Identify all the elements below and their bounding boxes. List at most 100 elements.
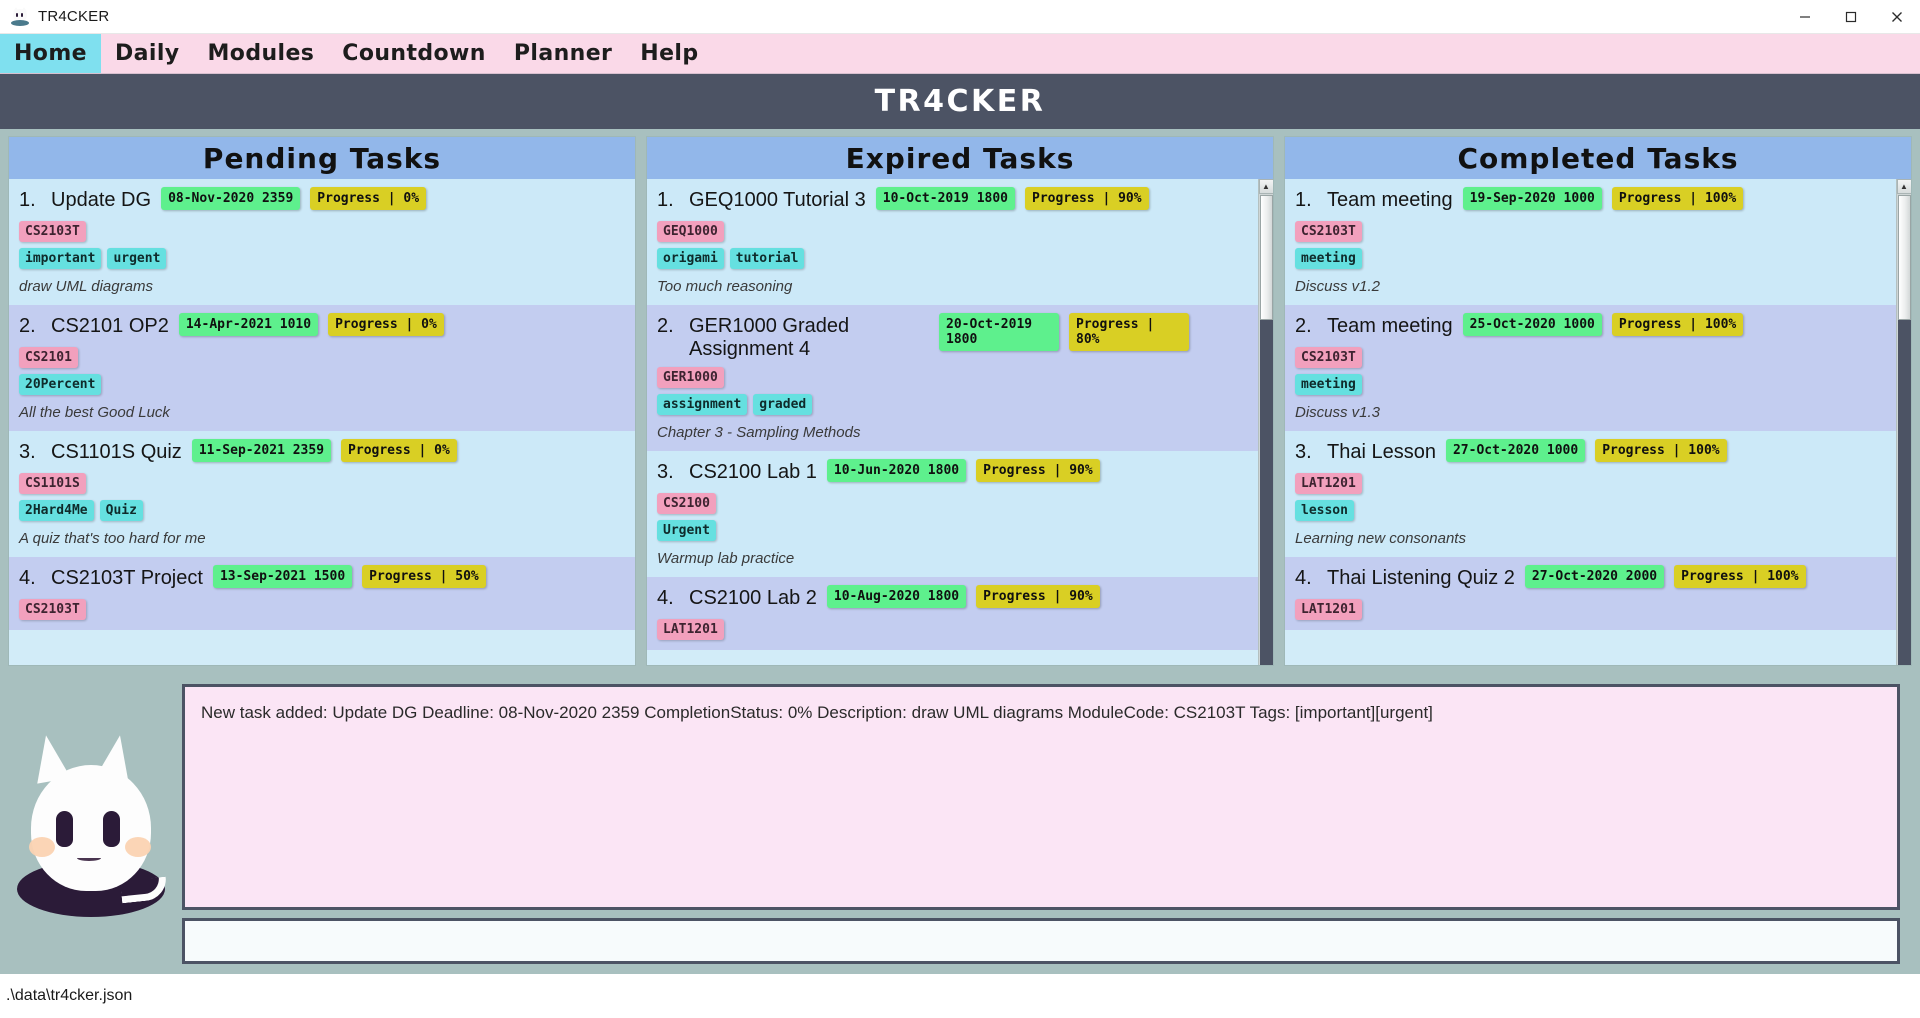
task-title: Team meeting <box>1327 315 1453 337</box>
scrollbar-track[interactable] <box>1259 320 1273 665</box>
task-deadline-badge: 20-Oct-2019 1800 <box>939 313 1059 351</box>
task-card[interactable]: 3. CS1101S Quiz 11-Sep-2021 2359 Progress |… <box>9 431 635 557</box>
scroll-up-arrow-icon[interactable]: ▲ <box>1258 179 1273 194</box>
window-titlebar: TR4CKER <box>0 0 1920 34</box>
menu-item-modules[interactable]: Modules <box>194 34 329 73</box>
module-tag-row: LAT1201 <box>657 619 1248 640</box>
maximize-button[interactable] <box>1828 0 1874 34</box>
task-progress-badge: Progress | 0% <box>328 313 444 336</box>
task-title: GER1000 Graded Assignment 4 <box>689 315 850 360</box>
module-tag-row: LAT1201 <box>1295 473 1886 494</box>
result-display-box: New task added: Update DG Deadline: 08-N… <box>182 684 1900 910</box>
task-progress-badge: Progress | 90% <box>976 585 1100 608</box>
scrollbar-track[interactable] <box>1897 320 1911 665</box>
menu-item-help[interactable]: Help <box>626 34 712 73</box>
task-header-row: 4. CS2103T Project 13-Sep-2021 1500 Progres… <box>19 565 625 593</box>
module-tag-row: GER1000 <box>657 367 1248 388</box>
task-description: Discuss v1.2 <box>1295 278 1381 295</box>
module-code-tag: LAT1201 <box>1295 473 1362 494</box>
module-code-tag: LAT1201 <box>1295 599 1362 620</box>
task-progress-badge: Progress | 100% <box>1595 439 1727 462</box>
vertical-scrollbar[interactable]: ▲ <box>1896 179 1911 665</box>
scrollbar-thumb[interactable] <box>1897 195 1911 320</box>
bottom-area: New task added: Update DG Deadline: 08-N… <box>0 674 1920 974</box>
panel-completed-tasks: Completed Tasks 1. Team meeting 19-Sep-2020… <box>1284 136 1912 666</box>
module-tag-row: GEQ1000 <box>657 221 1248 242</box>
task-index: 1. <box>1295 189 1312 211</box>
task-tag-row: origami tutorial <box>657 248 1248 269</box>
task-card[interactable]: 3. CS2100 Lab 1 10-Jun-2020 1800 Progress |… <box>647 451 1258 577</box>
task-description: Learning new consonants <box>1295 530 1466 547</box>
module-code-tag: LAT1201 <box>657 619 724 640</box>
task-deadline-badge: 08-Nov-2020 2359 <box>161 187 301 210</box>
task-progress-badge: Progress | 100% <box>1611 313 1744 336</box>
task-card[interactable]: 2. Team meeting 25-Oct-2020 1000 Progress |… <box>1285 305 1896 431</box>
task-description: Too much reasoning <box>657 278 793 295</box>
task-description: All the best Good Luck <box>19 404 170 421</box>
task-card[interactable]: 1. GEQ1000 Tutorial 3 10-Oct-2019 1800 Prog… <box>647 179 1258 305</box>
task-list: 1. Team meeting 19-Sep-2020 1000 Progress |… <box>1285 179 1896 665</box>
task-card[interactable]: 1. Update DG 08-Nov-2020 2359 Progress | 0%… <box>9 179 635 305</box>
cat-mascot <box>11 729 171 919</box>
task-header-row: 1. Update DG 08-Nov-2020 2359 Progress | 0% <box>19 187 625 215</box>
menu-item-countdown[interactable]: Countdown <box>328 34 500 73</box>
task-card[interactable]: 1. Team meeting 19-Sep-2020 1000 Progress |… <box>1285 179 1896 305</box>
task-index: 2. <box>657 315 674 337</box>
status-bar: .\data\tr4cker.json <box>0 974 1920 1018</box>
task-description: Discuss v1.3 <box>1295 404 1381 421</box>
task-card[interactable]: 4. CS2100 Lab 2 10-Aug-2020 1800 Progress |… <box>647 577 1258 650</box>
task-tag: Quiz <box>99 500 143 521</box>
app-banner-title: TR4CKER <box>874 84 1046 119</box>
module-code-tag: CS2103T <box>19 599 86 620</box>
task-description: A quiz that's too hard for me <box>19 530 206 547</box>
menu-item-home[interactable]: Home <box>0 34 101 73</box>
task-index: 1. <box>657 189 674 211</box>
task-progress-badge: Progress | 80% <box>1069 313 1189 351</box>
minimize-button[interactable] <box>1782 0 1828 34</box>
task-title: CS1101S Quiz <box>51 441 182 463</box>
task-header-row: 4. CS2100 Lab 2 10-Aug-2020 1800 Progress |… <box>657 585 1248 613</box>
task-card[interactable]: 2. CS2101 OP2 14-Apr-2021 1010 Progress | 0… <box>9 305 635 431</box>
task-index: 3. <box>19 441 36 463</box>
panel-body: 1. Update DG 08-Nov-2020 2359 Progress | 0%… <box>9 179 635 665</box>
panel-title: Completed Tasks <box>1457 141 1739 175</box>
task-card[interactable]: 3. Thai Lesson 27-Oct-2020 1000 Progress | … <box>1285 431 1896 557</box>
vertical-scrollbar[interactable]: ▲ <box>1258 179 1273 665</box>
command-input[interactable] <box>182 918 1900 964</box>
task-deadline-badge: 19-Sep-2020 1000 <box>1462 187 1602 210</box>
task-tag: graded <box>753 394 813 415</box>
task-index: 4. <box>657 587 674 609</box>
task-deadline-badge: 13-Sep-2021 1500 <box>212 565 353 588</box>
menu-item-daily[interactable]: Daily <box>101 34 194 73</box>
panel-header: Expired Tasks <box>647 137 1273 179</box>
scrollbar-thumb[interactable] <box>1259 195 1273 320</box>
module-code-tag: CS2103T <box>1295 221 1362 242</box>
task-title: Team meeting <box>1327 189 1453 211</box>
task-card[interactable]: 2. GER1000 Graded Assignment 4 20-Oct-2019… <box>647 305 1258 451</box>
task-deadline-badge: 10-Oct-2019 1800 <box>875 187 1016 210</box>
task-tag-row: meeting <box>1295 248 1886 269</box>
task-tag-row: 20Percent <box>19 374 625 395</box>
task-header-row: 1. GEQ1000 Tutorial 3 10-Oct-2019 1800 Prog… <box>657 187 1248 215</box>
module-code-tag: CS2103T <box>19 221 86 242</box>
task-tag: lesson <box>1295 500 1354 521</box>
task-index: 2. <box>1295 315 1312 337</box>
scroll-up-arrow-icon[interactable]: ▲ <box>1896 179 1911 194</box>
task-title: CS2100 Lab 2 <box>689 587 817 609</box>
mascot-container <box>0 674 182 974</box>
panel-body: 1. Team meeting 19-Sep-2020 1000 Progress |… <box>1285 179 1911 665</box>
task-index: 1. <box>19 189 36 211</box>
module-tag-row: CS2103T <box>19 221 625 242</box>
task-card[interactable]: 4. Thai Listening Quiz 2 27-Oct-2020 2000 P… <box>1285 557 1896 630</box>
task-panels-container: Pending Tasks 1. Update DG 08-Nov-2020 2359… <box>0 129 1920 674</box>
task-tag: tutorial <box>729 248 805 269</box>
menu-item-planner[interactable]: Planner <box>500 34 626 73</box>
task-header-row: 2. CS2101 OP2 14-Apr-2021 1010 Progress | 0… <box>19 313 625 341</box>
task-card[interactable]: 4. CS2103T Project 13-Sep-2021 1500 Progres… <box>9 557 635 630</box>
close-button[interactable] <box>1874 0 1920 34</box>
task-title: Thai Lesson <box>1327 441 1436 463</box>
module-tag-row: CS2101 <box>19 347 625 368</box>
module-code-tag: GEQ1000 <box>657 221 724 242</box>
task-index: 4. <box>19 567 36 589</box>
module-code-tag: CS2101 <box>19 347 78 368</box>
